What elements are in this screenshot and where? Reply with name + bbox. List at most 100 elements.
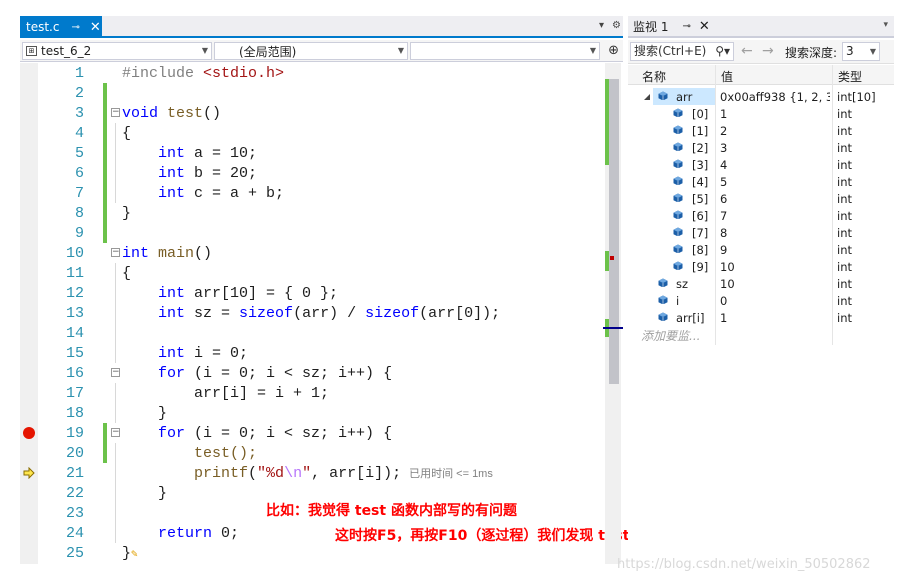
forward-arrow-icon[interactable]: → [762, 43, 774, 59]
watch-row[interactable]: [4] 5 int [628, 173, 894, 190]
scrollbar-thumb[interactable] [609, 79, 619, 384]
pin-icon[interactable]: ⊸ [682, 21, 690, 32]
watch-name[interactable]: sz [676, 277, 714, 291]
window-menu-icon[interactable]: ▾ [883, 20, 888, 30]
add-watch-item[interactable]: 添加要监... [641, 327, 700, 344]
quick-action-icon[interactable]: ✎ [131, 547, 143, 561]
watch-value[interactable]: 10 [720, 260, 830, 274]
watch-value[interactable]: 0x00aff938 {1, 2, 3, ... [720, 90, 830, 104]
code-line[interactable]: 9 [20, 223, 605, 243]
watch-value[interactable]: 8 [720, 226, 830, 240]
code-line[interactable]: 18 } [20, 403, 605, 423]
watch-row[interactable]: ◢ arr 0x00aff938 {1, 2, 3, ... int[10] [628, 88, 894, 105]
watch-search-input[interactable]: 搜索(Ctrl+E) ⚲▾ [630, 42, 734, 61]
watch-name[interactable]: [7] [692, 226, 714, 240]
instruction-pointer-icon[interactable] [23, 467, 35, 479]
watch-value[interactable]: 9 [720, 243, 830, 257]
column-header-value[interactable]: 值 [721, 68, 733, 85]
watch-name[interactable]: [6] [692, 209, 714, 223]
watch-row[interactable]: arr[i] 1 int [628, 309, 894, 326]
watch-name[interactable]: [4] [692, 175, 714, 189]
back-arrow-icon[interactable]: ← [741, 43, 753, 59]
watch-value[interactable]: 1 [720, 107, 830, 121]
code-line[interactable]: 11 { [20, 263, 605, 283]
search-icon[interactable]: ⚲▾ [715, 43, 730, 60]
code-line[interactable]: 4 { [20, 123, 605, 143]
watch-row[interactable]: [7] 8 int [628, 224, 894, 241]
watch-row[interactable]: [3] 4 int [628, 156, 894, 173]
code-line[interactable]: 14 [20, 323, 605, 343]
code-line[interactable]: 7 int c = a + b; [20, 183, 605, 203]
watch-row[interactable]: i 0 int [628, 292, 894, 309]
project-dropdown[interactable]: ⊞ test_6_2 ▼ [22, 42, 212, 60]
close-icon[interactable]: ✕ [90, 20, 101, 35]
watch-row[interactable]: [6] 7 int [628, 207, 894, 224]
code-line[interactable]: 13 int sz = sizeof(arr) / sizeof(arr[0])… [20, 303, 605, 323]
watch-row[interactable]: [8] 9 int [628, 241, 894, 258]
collapse-icon[interactable]: − [111, 108, 120, 117]
watch-name[interactable]: [8] [692, 243, 714, 257]
watch-value[interactable]: 0 [720, 294, 830, 308]
watch-name[interactable]: arr[i] [676, 311, 714, 325]
code-line[interactable]: 21 printf("%d\n", arr[i]); 已用时间 <= 1ms [20, 463, 605, 483]
watch-name[interactable]: [3] [692, 158, 714, 172]
watch-name[interactable]: [5] [692, 192, 714, 206]
gear-icon[interactable]: ⚙ [612, 20, 621, 31]
watch-row[interactable]: [1] 2 int [628, 122, 894, 139]
watch-value[interactable]: 3 [720, 141, 830, 155]
watch-name[interactable]: [9] [692, 260, 714, 274]
watch-name[interactable]: arr [676, 90, 714, 104]
code-line[interactable]: 12 int arr[10] = { 0 }; [20, 283, 605, 303]
code-line[interactable]: 1 #include <stdio.h> [20, 63, 605, 83]
watch-title-bar[interactable]: 监视 1 ⊸ ✕ ▾ [628, 16, 894, 38]
code-area[interactable]: 1 #include <stdio.h> 2 3 − void test() 4… [20, 63, 690, 564]
watch-value[interactable]: 1 [720, 311, 830, 325]
watch-name[interactable]: [1] [692, 124, 714, 138]
watch-row[interactable]: [9] 10 int [628, 258, 894, 275]
watch-value[interactable]: 10 [720, 277, 830, 291]
watch-value[interactable]: 5 [720, 175, 830, 189]
scope-dropdown[interactable]: (全局范围) ▼ [214, 42, 408, 60]
code-line[interactable]: 10 − int main() [20, 243, 605, 263]
tab-list-dropdown-icon[interactable]: ▾ [599, 20, 604, 31]
watch-row[interactable]: [2] 3 int [628, 139, 894, 156]
watch-row[interactable]: [5] 6 int [628, 190, 894, 207]
watch-name[interactable]: [2] [692, 141, 714, 155]
code-line[interactable]: 6 int b = 20; [20, 163, 605, 183]
collapse-arrow-icon[interactable]: ◢ [644, 92, 650, 101]
watch-row[interactable]: [0] 1 int [628, 105, 894, 122]
watch-value[interactable]: 4 [720, 158, 830, 172]
watch-name[interactable]: i [676, 294, 714, 308]
watch-value[interactable]: 6 [720, 192, 830, 206]
close-icon[interactable]: ✕ [699, 19, 710, 34]
member-dropdown[interactable]: ▼ [410, 42, 600, 60]
code-line[interactable]: 15 int i = 0; [20, 343, 605, 363]
collapse-icon[interactable]: − [111, 248, 120, 257]
variable-icon [673, 158, 683, 168]
search-depth-dropdown[interactable]: 3 ▼ [842, 42, 880, 61]
code-line[interactable]: 8 } [20, 203, 605, 223]
watch-name[interactable]: [0] [692, 107, 714, 121]
code-line[interactable]: 16 − for (i = 0; i < sz; i++) { [20, 363, 605, 383]
code-line[interactable]: 20 test(); [20, 443, 605, 463]
breakpoint-icon[interactable] [23, 427, 35, 439]
code-line[interactable]: 3 − void test() [20, 103, 605, 123]
split-window-icon[interactable]: ⊕ [608, 43, 619, 58]
code-line[interactable]: 19 − for (i = 0; i < sz; i++) { [20, 423, 605, 443]
pin-icon[interactable]: ⊸ [71, 22, 79, 33]
collapse-icon[interactable]: − [111, 428, 120, 437]
watch-row[interactable]: sz 10 int [628, 275, 894, 292]
vertical-scrollbar[interactable] [603, 63, 623, 564]
elapsed-time-tip[interactable]: 已用时间 <= 1ms [409, 468, 493, 480]
tab-test-c[interactable]: test.c ⊸ ✕ [20, 16, 102, 38]
code-line[interactable]: 2 [20, 83, 605, 103]
code-line[interactable]: 5 int a = 10; [20, 143, 605, 163]
column-header-type[interactable]: 类型 [838, 68, 862, 85]
collapse-icon[interactable]: − [111, 368, 120, 377]
watch-value[interactable]: 7 [720, 209, 830, 223]
watch-value[interactable]: 2 [720, 124, 830, 138]
code-line[interactable]: 17 arr[i] = i + 1; [20, 383, 605, 403]
code-line[interactable]: 25 }✎ [20, 543, 605, 563]
code-text: } [158, 405, 168, 422]
column-header-name[interactable]: 名称 [642, 68, 666, 85]
